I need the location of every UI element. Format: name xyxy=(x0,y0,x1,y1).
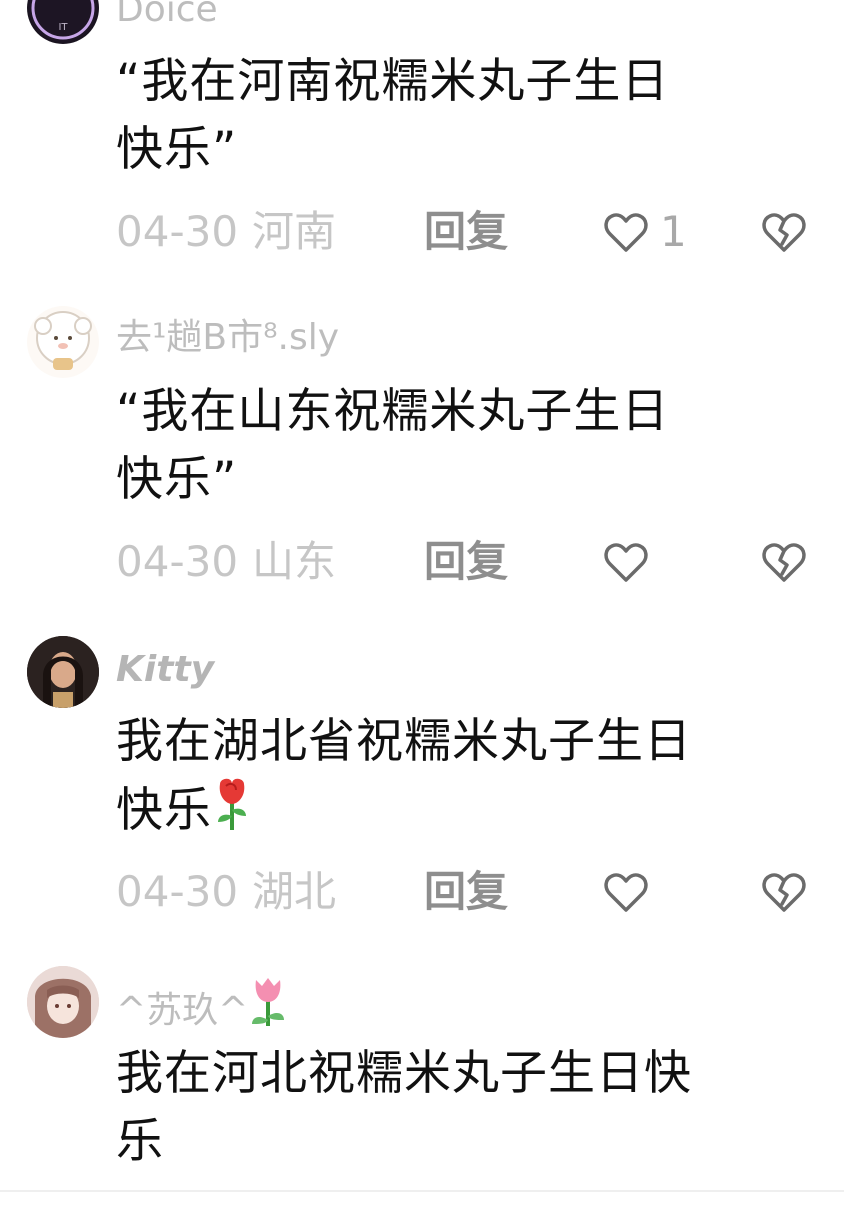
comment-location: 山东 xyxy=(252,537,337,586)
avatar[interactable] xyxy=(27,306,99,378)
tulip-emoji xyxy=(252,978,285,1026)
girl-avatar-icon xyxy=(27,636,99,708)
comment-text: “我在河南祝糯米丸子生日 快乐” xyxy=(116,48,796,184)
username[interactable]: ^苏玖^ xyxy=(116,976,288,1033)
comment-text-line: 快乐” xyxy=(116,122,238,177)
svg-text:IT: IT xyxy=(58,22,68,33)
comment-text-line: 乐 xyxy=(116,1114,164,1169)
like-count: 1 xyxy=(660,207,687,256)
comment-meta: 04-30 湖北 回复 xyxy=(116,862,816,922)
comment-date: 04-30 湖北 xyxy=(116,867,337,916)
comment-text-line: “我在山东祝糯米丸子生日 xyxy=(116,384,670,439)
heart-icon[interactable] xyxy=(602,868,650,916)
avatar[interactable]: IT xyxy=(27,0,99,44)
comment-location: 湖北 xyxy=(252,867,337,916)
comment-text-line: 快乐 xyxy=(116,776,796,845)
comment-date: 04-30 山东 xyxy=(116,537,337,586)
ring-avatar-icon: IT xyxy=(29,0,97,42)
comment-meta: 04-30 山东 回复 xyxy=(116,532,816,592)
comment-date: 04-30 河南 xyxy=(116,207,337,256)
anime-avatar-icon xyxy=(27,966,99,1038)
avatar[interactable] xyxy=(27,636,99,708)
reply-button[interactable]: 回复 xyxy=(424,862,508,922)
username[interactable]: 去¹趟B市⁸.sly xyxy=(116,316,339,360)
comment-text: “我在山东祝糯米丸子生日 快乐” xyxy=(116,378,796,514)
username[interactable]: Doice xyxy=(116,0,218,32)
reply-button[interactable]: 回复 xyxy=(424,202,508,262)
comment-text-line: 我在河北祝糯米丸子生日快 xyxy=(116,1046,692,1101)
broken-heart-icon[interactable] xyxy=(760,538,808,586)
comment-text-line: 我在湖北省祝糯米丸子生日 xyxy=(116,714,692,769)
comment-text: 我在湖北省祝糯米丸子生日 快乐 xyxy=(116,708,796,845)
comment-text: 我在河北祝糯米丸子生日快 乐 xyxy=(116,1040,796,1176)
username[interactable]: Kitty xyxy=(116,648,214,692)
comment-location: 河南 xyxy=(252,207,337,256)
avatar[interactable] xyxy=(27,966,99,1038)
sheep-avatar-icon xyxy=(34,311,92,370)
broken-heart-icon[interactable] xyxy=(760,868,808,916)
broken-heart-icon[interactable] xyxy=(760,208,808,256)
heart-icon[interactable] xyxy=(602,208,650,256)
reply-button[interactable]: 回复 xyxy=(424,532,508,592)
comment-text-line: 快乐” xyxy=(116,452,238,507)
divider xyxy=(0,1190,844,1192)
comment-meta: 04-30 河南 回复 1 xyxy=(116,202,816,262)
heart-icon[interactable] xyxy=(602,538,650,586)
rose-emoji xyxy=(218,778,246,830)
comment-text-line: “我在河南祝糯米丸子生日 xyxy=(116,54,670,109)
